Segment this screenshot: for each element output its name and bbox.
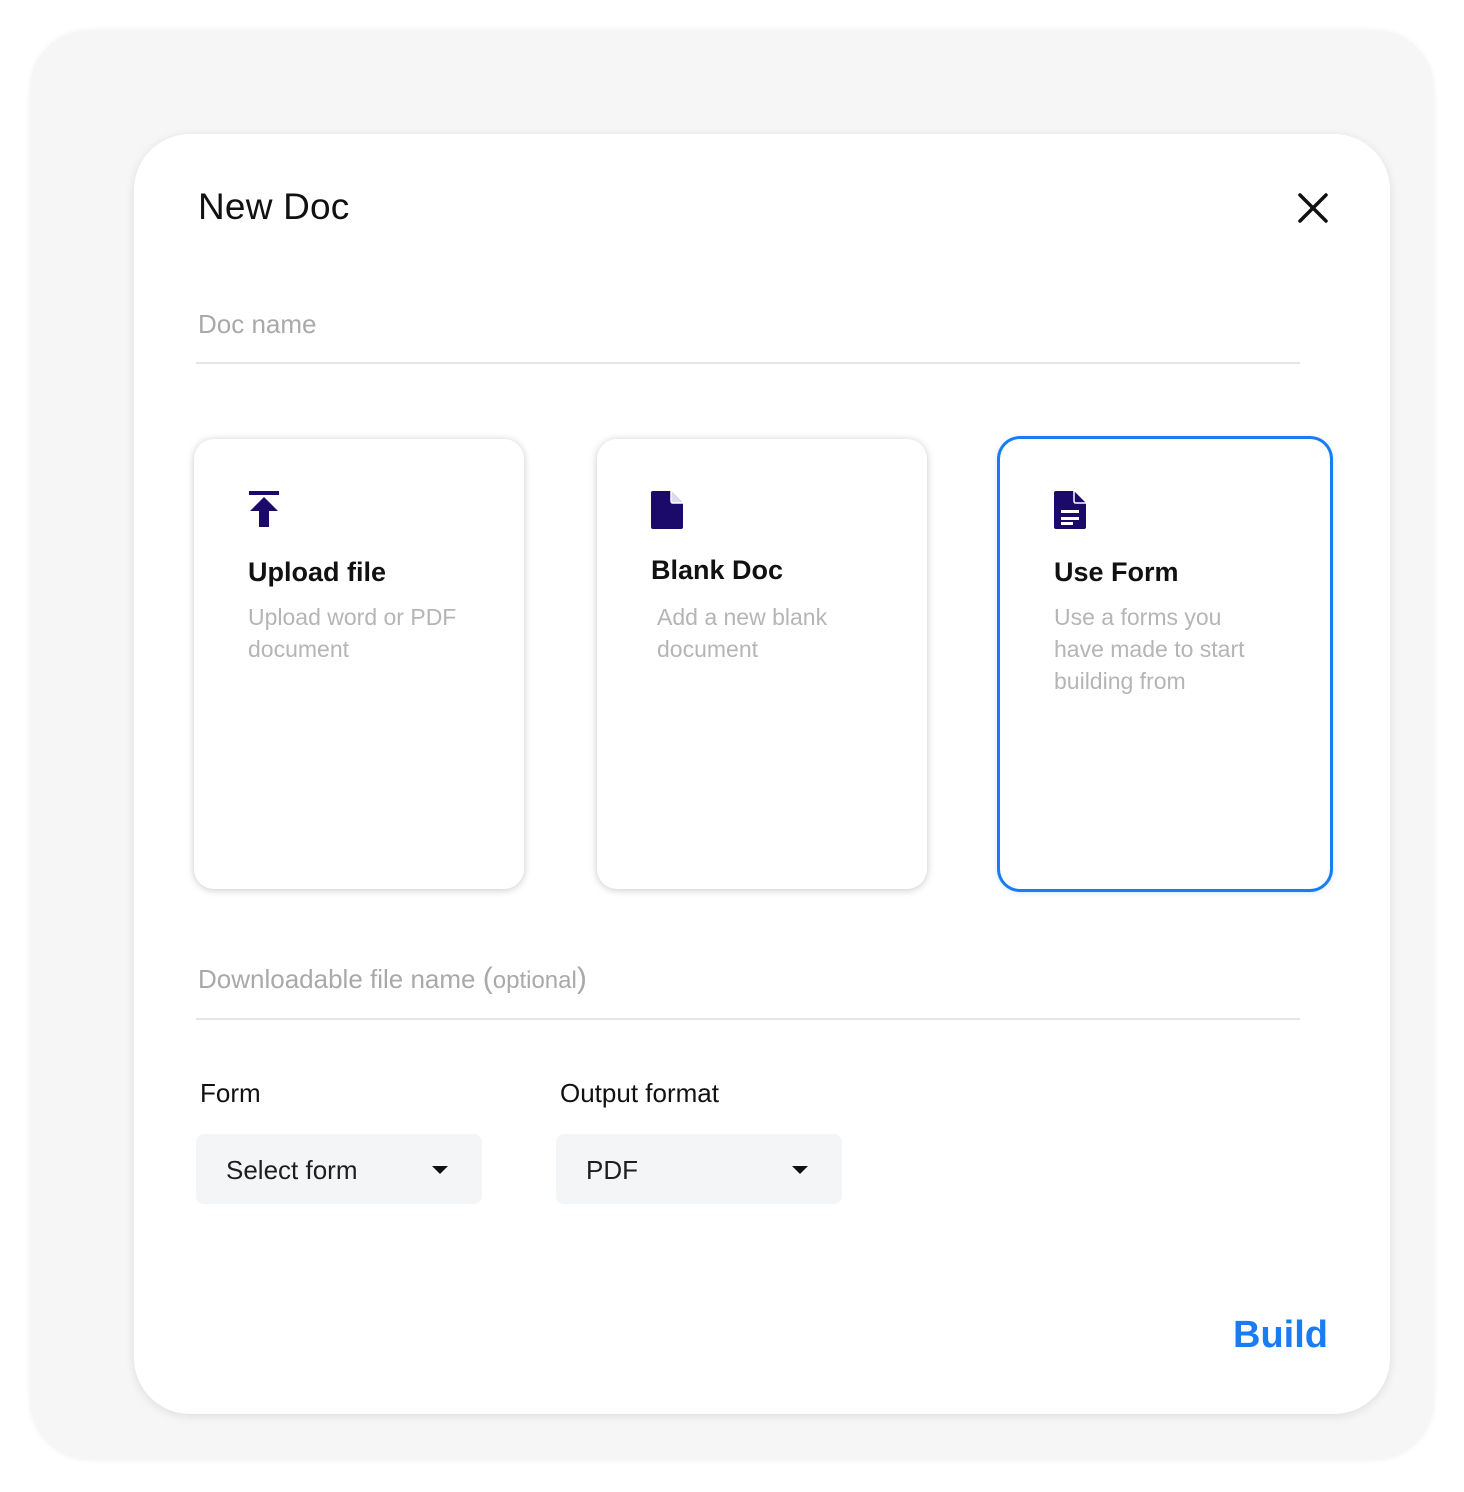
blank-document-icon [651, 491, 683, 529]
output-format-label: Output format [560, 1078, 719, 1108]
option-description: Upload word or PDF document [248, 604, 457, 662]
form-label: Form [200, 1078, 261, 1108]
close-paren: ) [576, 962, 587, 995]
option-title: Upload file [248, 557, 387, 587]
new-doc-dialog: New Doc Doc name Upload file Upload word… [134, 134, 1390, 1414]
form-document-icon [1054, 491, 1086, 529]
option-card-upload-file[interactable]: Upload file Upload word or PDF document [194, 439, 524, 889]
doc-name-placeholder: Doc name [198, 309, 317, 339]
option-description: Use a forms you have made to start build… [1054, 604, 1245, 694]
app-background: New Doc Doc name Upload file Upload word… [30, 30, 1434, 1460]
option-description: Add a new blank document [657, 604, 828, 662]
dialog-title: New Doc [198, 186, 350, 227]
chevron-down-icon [792, 1166, 808, 1174]
build-button[interactable]: Build [1233, 1314, 1328, 1357]
optional-label: optional [492, 967, 577, 994]
option-card-blank-doc[interactable]: Blank Doc Add a new blank document [597, 439, 927, 889]
output-format-select[interactable]: PDF [556, 1134, 842, 1204]
option-title: Blank Doc [651, 555, 784, 585]
form-select[interactable]: Select form [196, 1134, 482, 1204]
open-paren: ( [482, 962, 493, 995]
output-format-value: PDF [586, 1155, 638, 1185]
chevron-down-icon [432, 1166, 448, 1174]
downloadable-file-name-field[interactable]: Downloadable file name (optional) [196, 960, 1300, 1020]
close-button[interactable] [1294, 189, 1332, 227]
doc-name-field[interactable]: Doc name [196, 304, 1300, 364]
option-card-use-form[interactable]: Use Form Use a forms you have made to st… [1000, 439, 1330, 889]
form-select-value: Select form [226, 1155, 358, 1185]
close-icon [1298, 193, 1328, 223]
upload-icon [249, 491, 279, 527]
downloadable-file-name-placeholder: Downloadable file name (optional) [198, 962, 587, 996]
option-title: Use Form [1054, 557, 1179, 587]
downloadable-file-name-label: Downloadable file name [198, 964, 476, 994]
